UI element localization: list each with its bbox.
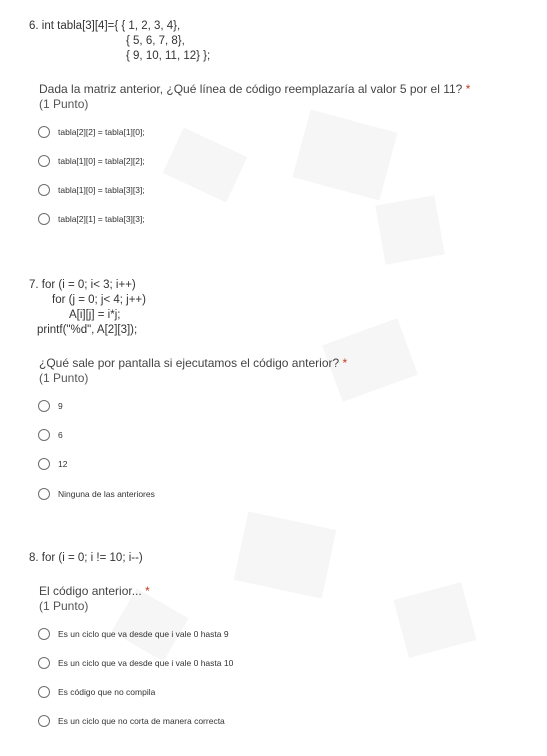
radio-button[interactable] bbox=[38, 657, 50, 669]
answer-option[interactable]: tabla[1][0] = tabla[2][2]; bbox=[38, 153, 145, 169]
answer-option[interactable]: Ninguna de las anteriores bbox=[38, 486, 155, 502]
code-line: for (j = 0; j< 4; j++) bbox=[52, 294, 146, 306]
answer-option[interactable]: tabla[2][2] = tabla[1][0]; bbox=[38, 124, 145, 140]
option-label: 12 bbox=[58, 459, 68, 469]
code-line: 7. for (i = 0; i< 3; i++) bbox=[29, 279, 136, 291]
code-line: A[i][j] = i*j; bbox=[69, 309, 121, 321]
points-label: (1 Punto) bbox=[39, 371, 89, 385]
question-prompt: ¿Qué sale por pantalla si ejecutamos el … bbox=[39, 356, 347, 370]
option-label: tabla[2][1] = tabla[3][3]; bbox=[58, 214, 145, 224]
answer-option[interactable]: Es un ciclo que va desde que i vale 0 ha… bbox=[38, 626, 229, 642]
answer-option[interactable]: Es un ciclo que no corta de manera corre… bbox=[38, 713, 225, 729]
radio-button[interactable] bbox=[38, 155, 50, 167]
code-line: { 9, 10, 11, 12} }; bbox=[126, 50, 211, 62]
answer-option[interactable]: 9 bbox=[38, 398, 63, 414]
option-label: tabla[2][2] = tabla[1][0]; bbox=[58, 127, 145, 137]
option-label: Ninguna de las anteriores bbox=[58, 489, 155, 499]
prompt-text: ¿Qué sale por pantalla si ejecutamos el … bbox=[39, 356, 340, 370]
code-line: { 5, 6, 7, 8}, bbox=[126, 35, 185, 47]
answer-option[interactable]: Es un ciclo que va desde que i vale 0 ha… bbox=[38, 655, 233, 671]
question-prompt: Dada la matriz anterior, ¿Qué línea de c… bbox=[39, 82, 470, 96]
radio-button[interactable] bbox=[38, 400, 50, 412]
required-marker: * bbox=[342, 356, 348, 370]
code-line: 8. for (i = 0; i != 10; i--) bbox=[29, 552, 143, 564]
option-label: Es un ciclo que va desde que i vale 0 ha… bbox=[58, 658, 234, 668]
prompt-text: El código anterior... bbox=[39, 584, 142, 598]
radio-button[interactable] bbox=[38, 126, 50, 138]
required-marker: * bbox=[465, 82, 471, 96]
question-prompt: El código anterior... * bbox=[39, 584, 150, 598]
answer-option[interactable]: Es código que no compila bbox=[38, 684, 155, 700]
radio-button[interactable] bbox=[38, 715, 50, 727]
radio-button[interactable] bbox=[38, 628, 50, 640]
answer-option[interactable]: tabla[2][1] = tabla[3][3]; bbox=[38, 211, 145, 227]
radio-button[interactable] bbox=[38, 686, 50, 698]
radio-button[interactable] bbox=[38, 458, 50, 470]
code-line: 6. int tabla[3][4]={ { 1, 2, 3, 4}, bbox=[29, 20, 181, 32]
radio-button[interactable] bbox=[38, 429, 50, 441]
option-label: Es un ciclo que no corta de manera corre… bbox=[58, 716, 225, 726]
radio-button[interactable] bbox=[38, 213, 50, 225]
option-label: 9 bbox=[58, 401, 63, 411]
code-line: printf("%d", A[2][3]); bbox=[37, 324, 138, 336]
answer-option[interactable]: 6 bbox=[38, 427, 63, 443]
prompt-text: Dada la matriz anterior, ¿Qué línea de c… bbox=[39, 82, 463, 96]
option-label: tabla[1][0] = tabla[2][2]; bbox=[58, 156, 145, 166]
answer-option[interactable]: tabla[1][0] = tabla[3][3]; bbox=[38, 182, 145, 198]
points-label: (1 Punto) bbox=[39, 97, 89, 111]
radio-button[interactable] bbox=[38, 184, 50, 196]
required-marker: * bbox=[145, 584, 150, 598]
answer-option[interactable]: 12 bbox=[38, 456, 67, 472]
points-label: (1 Punto) bbox=[39, 599, 89, 613]
option-label: tabla[1][0] = tabla[3][3]; bbox=[58, 185, 145, 195]
radio-button[interactable] bbox=[38, 488, 50, 500]
option-label: Es un ciclo que va desde que i vale 0 ha… bbox=[58, 629, 229, 639]
option-label: 6 bbox=[58, 430, 63, 440]
option-label: Es código que no compila bbox=[58, 687, 156, 697]
